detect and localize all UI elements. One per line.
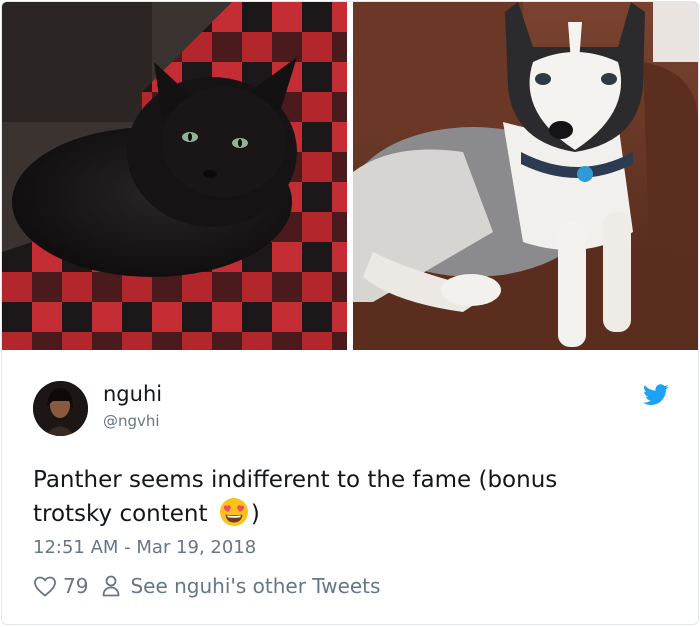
tweet-text-main: Panther seems indifferent to the fame (b…	[33, 467, 558, 527]
see-other-tweets-link[interactable]: See nguhi's other Tweets	[130, 574, 380, 598]
author-handle[interactable]: @ngvhi	[103, 412, 160, 430]
photo-husky[interactable]	[353, 2, 698, 350]
tweet-media	[2, 2, 698, 350]
tweet-actions: 79 See nguhi's other Tweets	[33, 572, 380, 600]
heart-icon[interactable]	[33, 575, 57, 597]
avatar[interactable]	[33, 381, 88, 436]
tweet-card: nguhi @ngvhi Panther seems indifferent t…	[1, 1, 699, 625]
like-count[interactable]: 79	[63, 574, 88, 598]
tweet-timestamp[interactable]: 12:51 AM - Mar 19, 2018	[33, 537, 256, 558]
heart-eyes-emoji-icon	[219, 497, 249, 527]
author-name[interactable]: nguhi	[103, 382, 162, 406]
twitter-bird-icon[interactable]	[643, 384, 669, 406]
photo-black-cat[interactable]	[2, 2, 347, 350]
tweet-text-tail: )	[250, 501, 260, 527]
tweet-text: Panther seems indifferent to the fame (b…	[33, 464, 633, 531]
person-icon	[103, 575, 120, 597]
